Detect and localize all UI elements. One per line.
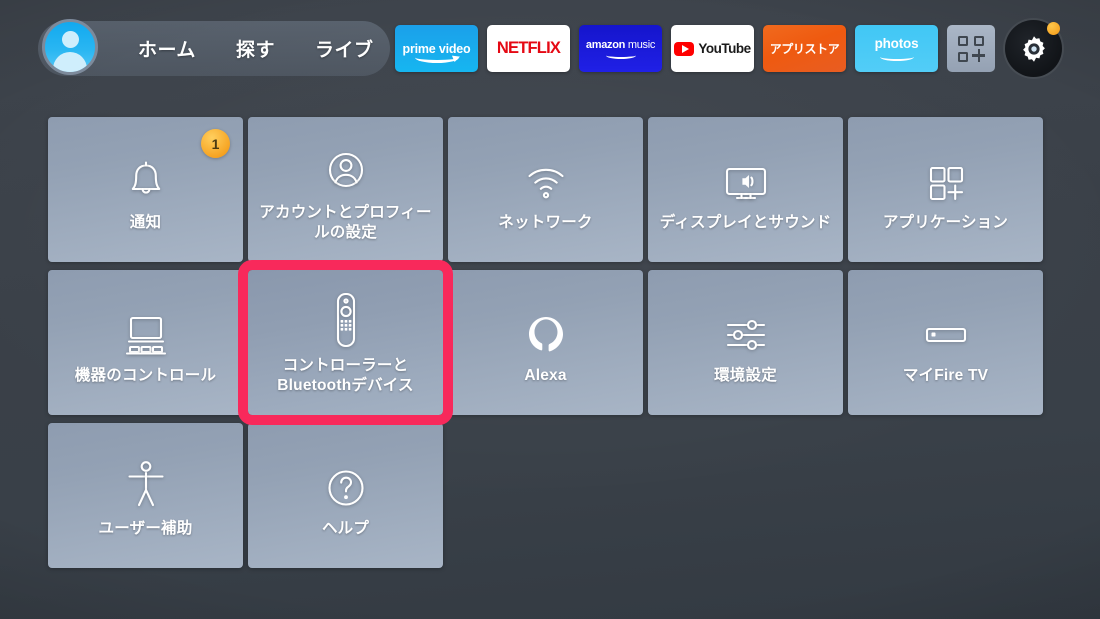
settings-tile-accessibility[interactable]: ユーザー補助	[48, 423, 243, 568]
tile-label: 機器のコントロール	[74, 367, 217, 385]
settings-tile-my-firetv[interactable]: マイFire TV	[848, 270, 1043, 415]
settings-tile-preferences[interactable]: 環境設定	[648, 270, 843, 415]
tile-label: アカウントとプロフィールの設定	[259, 204, 432, 241]
profile-avatar[interactable]	[42, 19, 98, 75]
settings-notification-dot	[1047, 22, 1060, 35]
settings-tile-network[interactable]: ネットワーク	[448, 117, 643, 262]
settings-grid: 1 通知 アカウントとプロフィールの設定 ネットワーク ディスプレイとサウンド …	[48, 117, 1043, 568]
amazon-smile-icon	[605, 52, 636, 59]
firetv-settings-screen: ホーム 探す ライブ prime video NETFLIX amazon mu…	[0, 0, 1100, 619]
tile-label: 通知	[129, 214, 162, 232]
question-circle-icon	[320, 452, 372, 514]
amazon-smile-icon	[879, 53, 914, 61]
wifi-icon	[520, 146, 572, 208]
settings-tile-help[interactable]: ヘルプ	[248, 423, 443, 568]
tile-label: コントローラーとBluetoothデバイス	[277, 357, 414, 394]
app-grid-plus-icon	[920, 146, 972, 208]
tile-label: Alexa	[524, 367, 567, 385]
accessibility-icon	[120, 452, 172, 514]
person-circle-icon	[320, 136, 372, 198]
tile-label: アプリケーション	[882, 214, 1009, 232]
avatar-head	[61, 31, 79, 48]
app-tile-amazon-music[interactable]: amazon music	[579, 25, 662, 72]
tile-label: マイFire TV	[902, 367, 989, 385]
amazon-music-wordmark: amazon music	[585, 38, 656, 51]
tile-label: ネットワーク	[498, 214, 593, 232]
avatar-body	[53, 52, 87, 72]
top-navigation-bar: ホーム 探す ライブ prime video NETFLIX amazon mu…	[38, 19, 1062, 78]
tile-label: ヘルプ	[321, 520, 370, 538]
app-tile-youtube[interactable]: YouTube	[671, 25, 754, 72]
tv-sound-icon	[717, 146, 775, 208]
settings-tile-controllers-bluetooth[interactable]: コントローラーとBluetoothデバイス	[238, 260, 453, 425]
settings-tile-notifications[interactable]: 1 通知	[48, 117, 243, 262]
nav-item-home[interactable]: ホーム	[138, 35, 196, 62]
youtube-play-icon	[674, 41, 695, 56]
app-grid-icon	[958, 35, 985, 62]
settings-tile-account-profile[interactable]: アカウントとプロフィールの設定	[248, 117, 443, 262]
tile-label: ディスプレイとサウンド	[659, 214, 832, 232]
nav-links: ホーム 探す ライブ	[138, 19, 373, 78]
nav-item-find[interactable]: 探す	[236, 35, 275, 62]
settings-tile-device-control[interactable]: 機器のコントロール	[48, 270, 243, 415]
tile-label: ユーザー補助	[98, 520, 193, 538]
app-shortcuts: prime video NETFLIX amazon music YouTube…	[395, 19, 1062, 78]
settings-tile-display-sound[interactable]: ディスプレイとサウンド	[648, 117, 843, 262]
amazon-smile-icon	[414, 52, 459, 63]
app-tile-prime-video[interactable]: prime video	[395, 25, 478, 72]
settings-tile-alexa[interactable]: Alexa	[448, 270, 643, 415]
remote-control-icon	[320, 289, 372, 351]
app-grid-button[interactable]	[947, 25, 995, 72]
sliders-icon	[718, 299, 774, 361]
gear-icon	[1022, 35, 1045, 62]
tile-label: 環境設定	[714, 367, 777, 385]
app-tile-netflix[interactable]: NETFLIX	[487, 25, 570, 72]
alexa-ring-icon	[520, 299, 572, 361]
app-tile-appstore[interactable]: アプリストア	[763, 25, 846, 72]
app-tile-photos[interactable]: photos	[855, 25, 938, 72]
settings-gear-button[interactable]	[1005, 20, 1062, 77]
notification-badge: 1	[201, 129, 230, 158]
nav-item-live[interactable]: ライブ	[315, 35, 374, 62]
bell-icon	[120, 146, 172, 208]
firetv-stick-icon	[915, 299, 977, 361]
settings-tile-applications[interactable]: アプリケーション	[848, 117, 1043, 262]
device-control-icon	[117, 299, 175, 361]
